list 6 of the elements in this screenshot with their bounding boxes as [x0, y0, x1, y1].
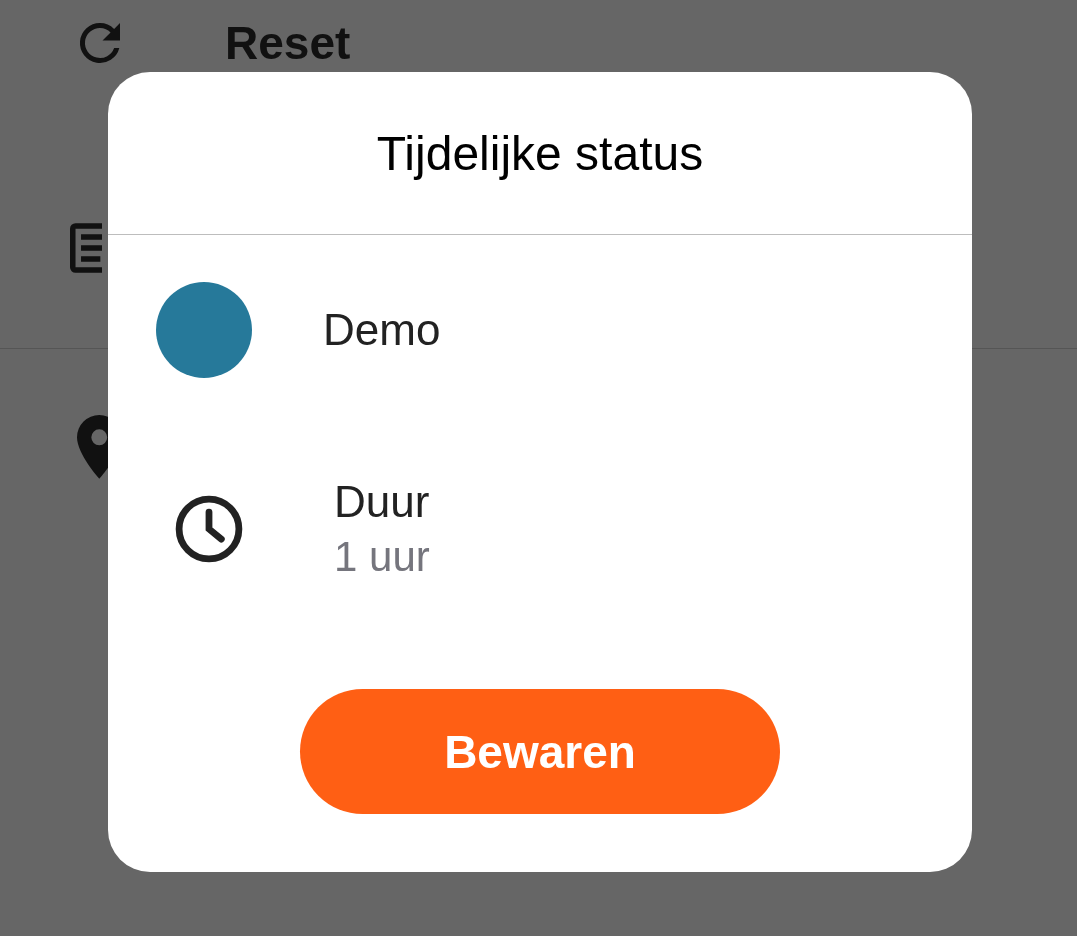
reset-label: Reset [225, 15, 351, 70]
duration-value[interactable]: 1 uur [334, 532, 430, 581]
save-button[interactable]: Bewaren [300, 689, 780, 814]
status-name[interactable]: Demo [323, 305, 441, 355]
dialog-title: Tijdelijke status [376, 125, 704, 181]
duration-label: Duur [334, 476, 430, 527]
